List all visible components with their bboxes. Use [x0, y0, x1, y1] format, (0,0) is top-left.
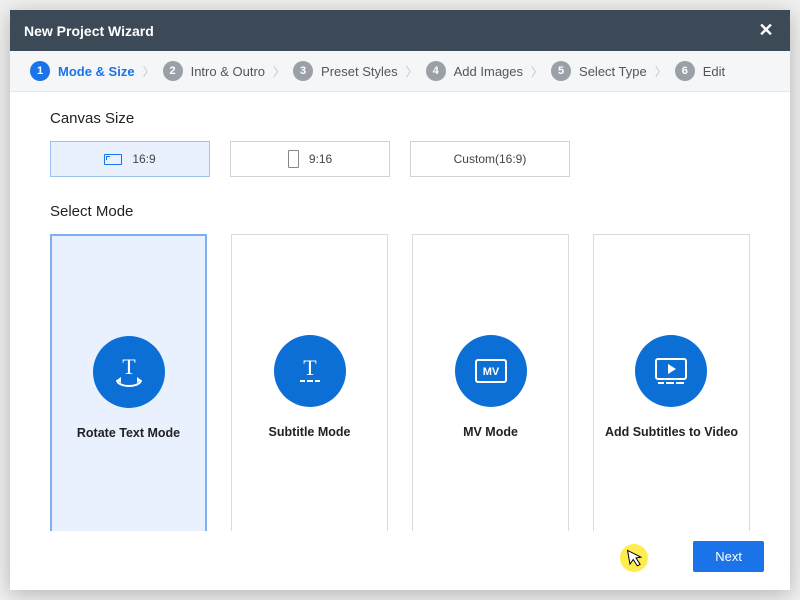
step-edit[interactable]: 6 Edit	[675, 61, 725, 81]
svg-text:T: T	[303, 355, 317, 380]
canvas-size-title: Canvas Size	[50, 110, 750, 127]
canvas-option-label: 9:16	[309, 152, 332, 166]
mode-label: Rotate Text Mode	[69, 426, 188, 440]
chevron-right-icon: 〉	[141, 63, 157, 80]
step-label: Edit	[703, 64, 725, 79]
canvas-option-custom[interactable]: Custom(16:9)	[410, 141, 570, 177]
chevron-right-icon: 〉	[529, 63, 545, 80]
step-intro-outro[interactable]: 2 Intro & Outro	[163, 61, 265, 81]
svg-text:MV: MV	[482, 366, 499, 378]
mode-mv[interactable]: MV MV Mode	[412, 234, 569, 531]
subtitle-icon: T	[274, 335, 346, 407]
step-badge: 3	[293, 61, 313, 81]
titlebar: New Project Wizard ✕	[10, 10, 790, 51]
step-mode-size[interactable]: 1 Mode & Size	[30, 61, 135, 81]
wizard-modal: New Project Wizard ✕ 1 Mode & Size 〉 2 I…	[10, 10, 790, 590]
step-bar: 1 Mode & Size 〉 2 Intro & Outro 〉 3 Pres…	[10, 51, 790, 92]
window-title: New Project Wizard	[24, 23, 154, 39]
step-add-images[interactable]: 4 Add Images	[426, 61, 523, 81]
step-preset-styles[interactable]: 3 Preset Styles	[293, 61, 398, 81]
mode-rotate-text[interactable]: T Rotate Text Mode	[50, 234, 207, 531]
svg-text:T: T	[122, 354, 136, 379]
wizard-content: Canvas Size 16:9 9:16 Custom(16:9) Selec…	[10, 92, 790, 531]
select-mode-title: Select Mode	[50, 203, 750, 220]
aspect-tall-icon	[288, 150, 299, 168]
step-badge: 1	[30, 61, 50, 81]
canvas-option-label: 16:9	[132, 152, 155, 166]
step-label: Intro & Outro	[191, 64, 265, 79]
mode-add-subtitles-video[interactable]: Add Subtitles to Video	[593, 234, 750, 531]
aspect-wide-icon	[104, 154, 122, 165]
canvas-size-options: 16:9 9:16 Custom(16:9)	[50, 141, 750, 177]
step-label: Mode & Size	[58, 64, 135, 79]
step-label: Add Images	[454, 64, 523, 79]
step-badge: 6	[675, 61, 695, 81]
canvas-option-label: Custom(16:9)	[454, 152, 527, 166]
mode-options: T Rotate Text Mode T	[50, 234, 750, 531]
step-label: Select Type	[579, 64, 647, 79]
chevron-right-icon: 〉	[653, 63, 669, 80]
cursor-icon	[626, 547, 645, 569]
close-icon[interactable]: ✕	[756, 20, 776, 41]
mode-label: Add Subtitles to Video	[597, 425, 746, 439]
mode-subtitle[interactable]: T Subtitle Mode	[231, 234, 388, 531]
step-badge: 5	[551, 61, 571, 81]
step-select-type[interactable]: 5 Select Type	[551, 61, 647, 81]
canvas-option-16-9[interactable]: 16:9	[50, 141, 210, 177]
next-button[interactable]: Next	[693, 541, 764, 572]
step-badge: 2	[163, 61, 183, 81]
step-badge: 4	[426, 61, 446, 81]
chevron-right-icon: 〉	[404, 63, 420, 80]
chevron-right-icon: 〉	[271, 63, 287, 80]
mode-label: MV Mode	[455, 425, 526, 439]
add-subtitles-icon	[635, 335, 707, 407]
mode-label: Subtitle Mode	[261, 425, 359, 439]
step-label: Preset Styles	[321, 64, 398, 79]
wizard-footer: Next	[10, 531, 790, 590]
mv-icon: MV	[455, 335, 527, 407]
rotate-text-icon: T	[93, 336, 165, 408]
canvas-option-9-16[interactable]: 9:16	[230, 141, 390, 177]
